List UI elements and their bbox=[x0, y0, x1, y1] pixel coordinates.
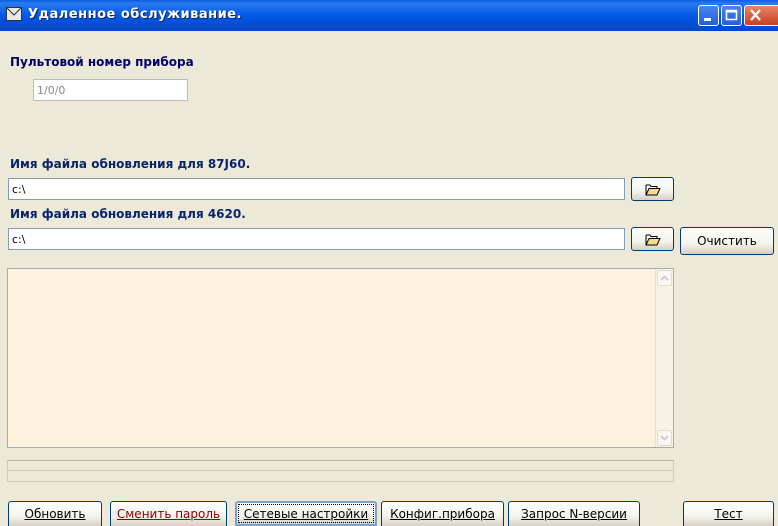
network-settings-button[interactable]: Сетевые настройки bbox=[235, 501, 377, 526]
test-button[interactable]: Тест bbox=[683, 501, 774, 526]
update-4620-label: Имя файла обновления для 4620. bbox=[10, 207, 246, 221]
window-title: Удаленное обслуживание. bbox=[28, 7, 242, 22]
device-number-field[interactable] bbox=[33, 79, 188, 101]
log-scrollbar[interactable] bbox=[655, 269, 673, 447]
update-87j60-label: Имя файла обновления для 87J60. bbox=[10, 157, 251, 171]
status-bar bbox=[7, 460, 674, 482]
folder-open-icon bbox=[645, 234, 661, 245]
minimize-button[interactable] bbox=[698, 5, 719, 26]
device-config-button[interactable]: Конфиг.прибора bbox=[381, 501, 504, 526]
envelope-icon bbox=[6, 7, 22, 21]
device-number-label: Пультовой номер прибора bbox=[10, 55, 194, 69]
change-password-button[interactable]: Сменить пароль bbox=[110, 501, 227, 526]
maximize-icon bbox=[725, 9, 738, 21]
version-request-button[interactable]: Запрос N-версии bbox=[508, 501, 640, 526]
status-divider bbox=[7, 470, 674, 471]
scroll-down-button[interactable] bbox=[657, 430, 672, 446]
close-icon bbox=[750, 9, 761, 21]
browse-87j60-button[interactable] bbox=[631, 177, 674, 201]
refresh-button[interactable]: Обновить bbox=[8, 501, 102, 526]
update-4620-path-input[interactable] bbox=[8, 228, 625, 250]
chevron-down-icon bbox=[660, 435, 669, 441]
close-button[interactable] bbox=[744, 5, 778, 26]
folder-open-icon bbox=[645, 184, 661, 195]
maximize-button[interactable] bbox=[721, 5, 742, 26]
scroll-up-button[interactable] bbox=[657, 270, 672, 286]
clear-button[interactable]: Очистить bbox=[680, 227, 774, 255]
browse-4620-button[interactable] bbox=[631, 227, 674, 251]
log-textarea[interactable] bbox=[7, 268, 674, 448]
chevron-up-icon bbox=[660, 275, 669, 281]
minimize-icon bbox=[704, 18, 711, 21]
update-87j60-path-input[interactable] bbox=[8, 178, 625, 200]
